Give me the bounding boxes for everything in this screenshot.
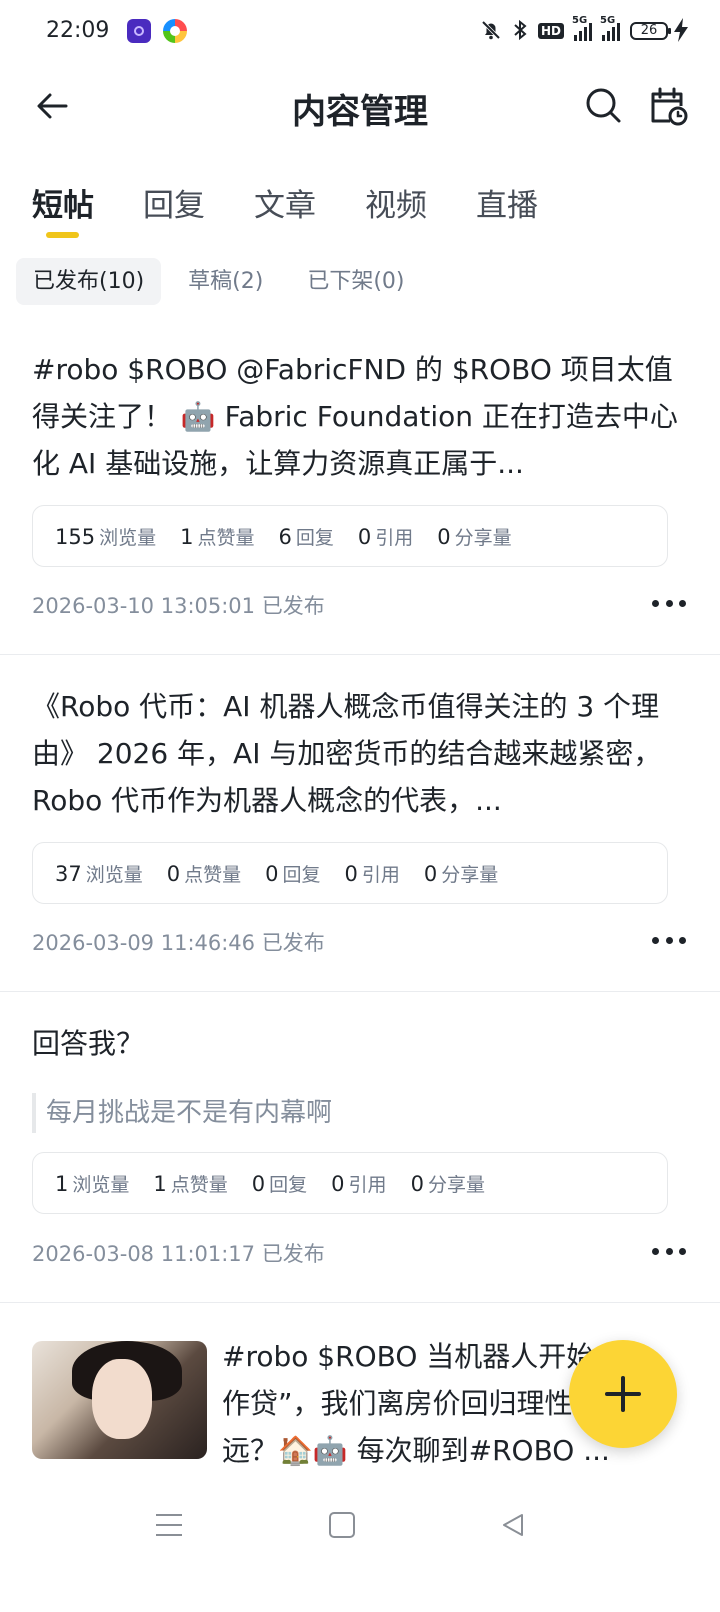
- stat-value: 0: [357, 524, 372, 549]
- stat-label: 分享量: [454, 526, 512, 549]
- stat-quotes: 0 引用: [331, 1170, 386, 1197]
- network-label-2: 5G: [600, 15, 616, 26]
- stat-shares: 0 分享量: [411, 1170, 485, 1197]
- hd-icon: HD: [537, 23, 564, 39]
- signal-5g-icon-2: 5G: [600, 15, 620, 41]
- stat-label: 回复: [282, 863, 321, 886]
- square-icon[interactable]: [329, 1512, 355, 1538]
- status-icons: HD 5G 5G 26: [480, 15, 671, 46]
- stat-label: 引用: [375, 526, 414, 549]
- post-stats: 155 浏览量 1 点赞量 6 回复 0 引用 0 分享量: [32, 505, 668, 567]
- header: 内容管理: [0, 66, 720, 146]
- stat-value: 6: [278, 524, 292, 549]
- calendar-clock-icon[interactable]: [648, 86, 688, 126]
- stat-label: 回复: [269, 1173, 308, 1196]
- stat-label: 浏览量: [85, 863, 143, 886]
- post-text[interactable]: 回答我？: [32, 1020, 688, 1067]
- more-options-icon[interactable]: [652, 1248, 686, 1256]
- charging-icon: [674, 18, 688, 48]
- more-options-icon[interactable]: [652, 600, 686, 608]
- bluetooth-icon: [512, 19, 528, 44]
- stat-value: 0: [344, 861, 358, 886]
- stat-likes: 1 点赞量: [180, 523, 254, 550]
- stat-views: 37 浏览量: [55, 860, 143, 887]
- post-text[interactable]: #robo $ROBO @FabricFND 的 $ROBO 项目太值得关注了！…: [32, 346, 688, 487]
- stat-replies: 6 回复: [279, 523, 334, 550]
- stat-shares: 0 分享量: [437, 523, 511, 550]
- post-timestamp: 2026-03-08 11:01:17 已发布: [32, 1242, 325, 1266]
- post-thumbnail[interactable]: [32, 1341, 207, 1459]
- stat-value: 0: [265, 861, 279, 886]
- signal-5g-icon: 5G: [572, 15, 592, 41]
- content-tabs: 短帖 回复 文章 视频 直播: [32, 180, 538, 240]
- tab-videos[interactable]: 视频: [365, 180, 427, 240]
- filter-removed[interactable]: 已下架(0): [290, 258, 421, 305]
- stat-value: 0: [410, 1171, 424, 1196]
- filter-drafts[interactable]: 草稿(2): [171, 258, 280, 305]
- app-icon-purple: [127, 19, 151, 43]
- stat-value: 1: [180, 524, 194, 549]
- post-item[interactable]: #robo $ROBO @FabricFND 的 $ROBO 项目太值得关注了！…: [0, 340, 720, 655]
- stat-label: 浏览量: [99, 526, 157, 549]
- status-filters: 已发布(10) 草稿(2) 已下架(0): [16, 258, 422, 305]
- stat-value: 0: [166, 861, 181, 886]
- filter-published[interactable]: 已发布(10): [16, 258, 162, 305]
- post-item[interactable]: 回答我？ 每月挑战是不是有内幕啊 1 浏览量 1 点赞量 0 回复 0 引用 0 分享量 …: [0, 992, 720, 1303]
- stat-value: 0: [331, 1171, 345, 1196]
- status-time: 22:09: [46, 18, 110, 43]
- stat-label: 引用: [348, 1173, 387, 1196]
- stat-value: 0: [251, 1171, 266, 1196]
- create-post-button[interactable]: [569, 1340, 677, 1448]
- stat-shares: 0 分享量: [424, 860, 498, 887]
- app-icon-colorful: [163, 19, 187, 43]
- stat-value: 0: [423, 861, 438, 886]
- stat-likes: 0 点赞量: [167, 860, 241, 887]
- post-item[interactable]: 《Robo 代币：AI 机器人概念币值得关注的 3 个理由》 2026 年，AI…: [0, 655, 720, 992]
- stat-quotes: 0 引用: [358, 523, 413, 550]
- stat-label: 回复: [295, 526, 334, 549]
- stat-views: 155 浏览量: [55, 523, 156, 550]
- post-text[interactable]: 《Robo 代币：AI 机器人概念币值得关注的 3 个理由》 2026 年，AI…: [32, 683, 688, 824]
- system-nav-bar: [0, 1480, 720, 1612]
- stat-value: 1: [55, 1171, 69, 1196]
- post-stats: 37 浏览量 0 点赞量 0 回复 0 引用 0 分享量: [32, 842, 668, 904]
- stat-views: 1 浏览量: [55, 1170, 129, 1197]
- triangle-back-icon[interactable]: [500, 1512, 526, 1538]
- stat-quotes: 0 引用: [345, 860, 400, 887]
- battery-icon: 26: [630, 22, 671, 40]
- stat-label: 点赞量: [170, 1173, 228, 1196]
- stat-value: 1: [153, 1171, 167, 1196]
- thumbnail-face-shape: [92, 1359, 152, 1439]
- tab-short-posts[interactable]: 短帖: [32, 180, 94, 240]
- stat-label: 浏览量: [72, 1173, 130, 1196]
- more-options-icon[interactable]: [652, 937, 686, 945]
- quoted-text[interactable]: 每月挑战是不是有内幕啊: [32, 1093, 666, 1133]
- bell-muted-icon: [480, 19, 502, 44]
- tab-articles[interactable]: 文章: [254, 180, 316, 240]
- stat-likes: 1 点赞量: [153, 1170, 227, 1197]
- stat-replies: 0 回复: [252, 1170, 307, 1197]
- stat-replies: 0 回复: [265, 860, 320, 887]
- stat-value: 0: [437, 524, 451, 549]
- search-icon[interactable]: [584, 86, 622, 124]
- menu-icon[interactable]: [156, 1514, 182, 1536]
- stat-label: 分享量: [427, 1173, 485, 1196]
- tab-live[interactable]: 直播: [476, 180, 538, 240]
- post-timestamp: 2026-03-09 11:46:46 已发布: [32, 931, 325, 955]
- post-stats: 1 浏览量 1 点赞量 0 回复 0 引用 0 分享量: [32, 1152, 668, 1214]
- status-bar: 22:09 HD 5G 5G 26: [0, 0, 720, 66]
- post-timestamp: 2026-03-10 13:05:01 已发布: [32, 594, 325, 618]
- stat-label: 分享量: [441, 863, 499, 886]
- stat-value: 155: [55, 524, 96, 549]
- network-label: 5G: [572, 15, 588, 26]
- stat-label: 点赞量: [184, 863, 242, 886]
- stat-value: 37: [55, 861, 82, 886]
- tab-replies[interactable]: 回复: [143, 180, 205, 240]
- stat-label: 引用: [361, 863, 400, 886]
- stat-label: 点赞量: [197, 526, 255, 549]
